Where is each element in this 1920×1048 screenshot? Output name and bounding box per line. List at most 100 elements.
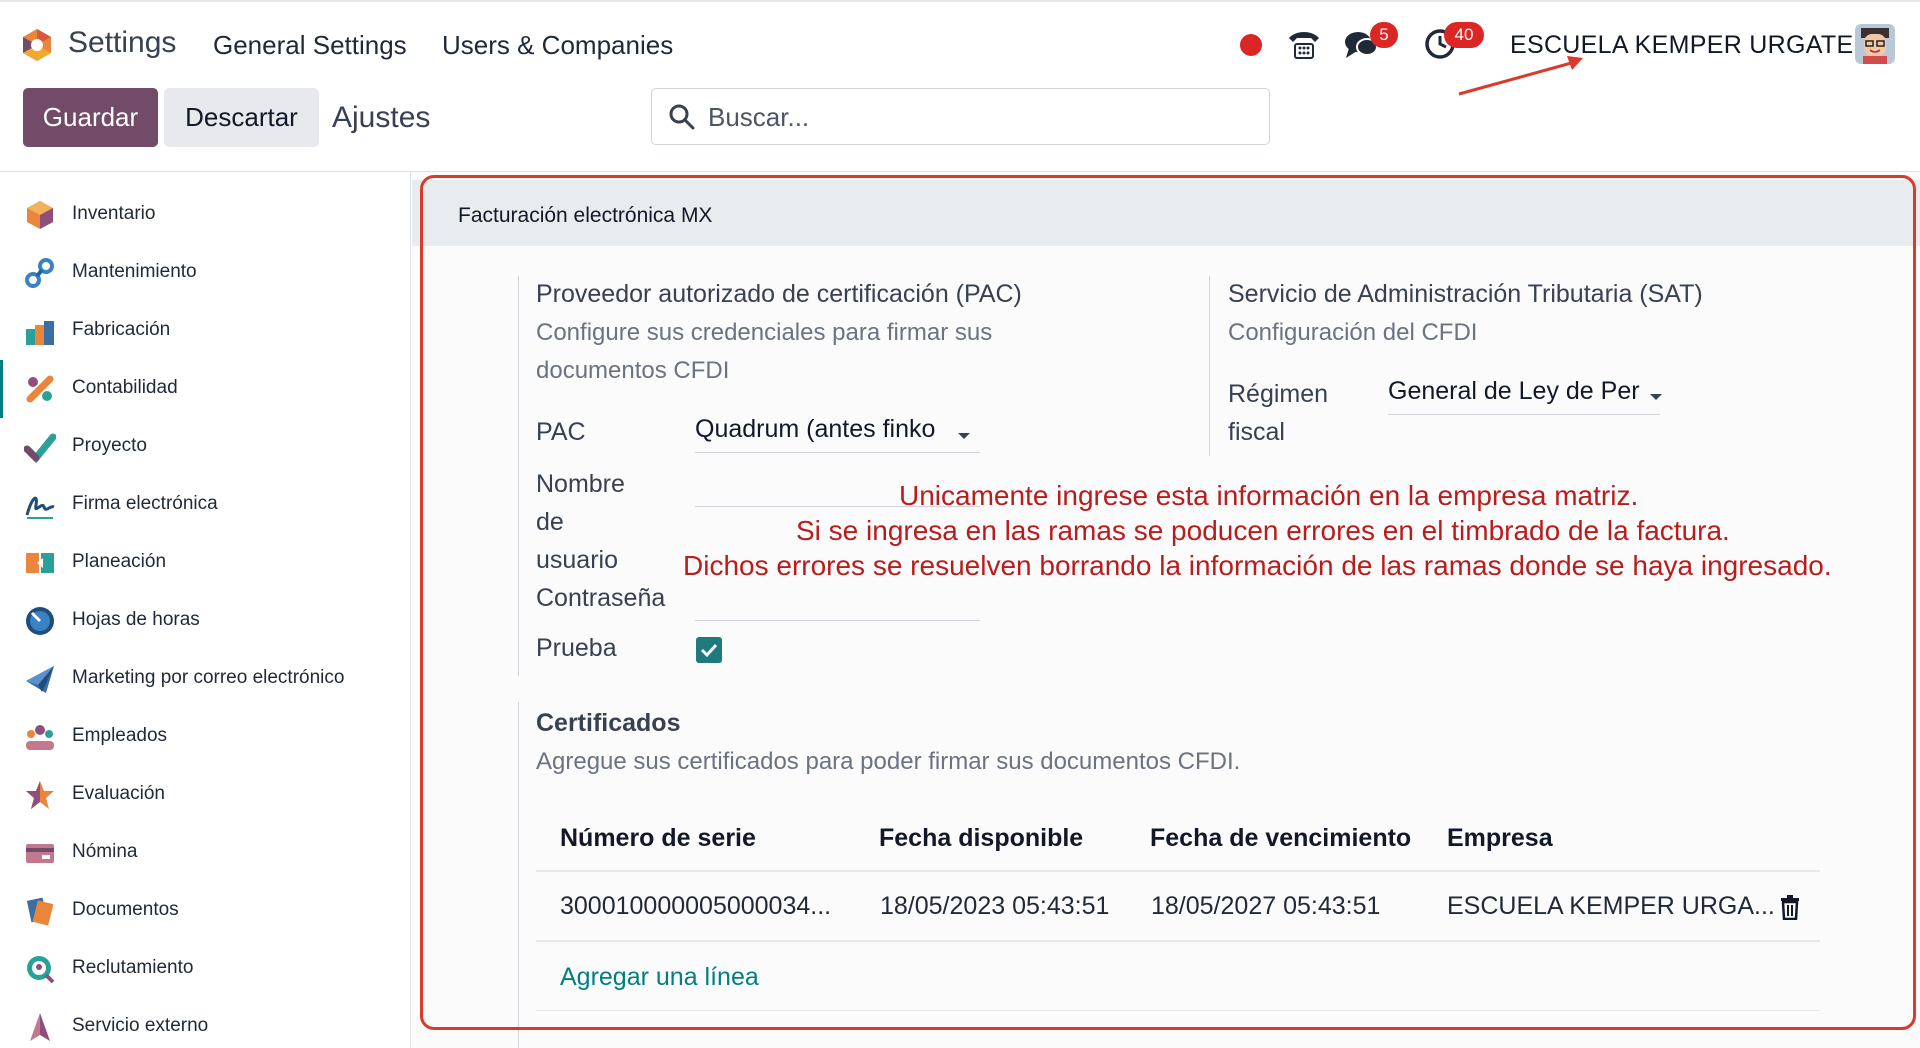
sidebar-item-label: Firma electrónica: [72, 493, 218, 514]
pac-description-line2: documentos CFDI: [536, 357, 730, 384]
sidebar-item-documentos[interactable]: Documentos: [0, 882, 410, 940]
pac-title: Proveedor autorizado de certificación (P…: [536, 280, 1022, 308]
cell-serial: 300010000005000034...: [560, 892, 832, 920]
password-field[interactable]: [695, 620, 980, 621]
sidebar-item-label: Documentos: [72, 899, 179, 920]
annotation-note-line1: Unicamente ingrese esta información en l…: [899, 480, 1639, 511]
fiscal-regime-value: General de Ley de Per: [1388, 377, 1640, 405]
pac-description-line1: Configure sus credenciales para firmar s…: [536, 319, 993, 346]
sidebar-item-label: Empleados: [72, 725, 168, 746]
sidebar-item-label: Servicio externo: [72, 1015, 209, 1036]
annotation-note-line2: Si se ingresa en las ramas se poducen er…: [796, 515, 1730, 546]
sidebar-item-mantenimiento[interactable]: Mantenimiento: [0, 244, 410, 302]
table-footer-divider: [536, 1010, 1820, 1011]
activity-badge: 40: [1444, 22, 1484, 48]
discard-button[interactable]: Descartar: [164, 88, 319, 147]
sidebar-item-label: Contabilidad: [72, 377, 178, 398]
odoo-logo-icon[interactable]: [20, 28, 54, 62]
sidebar-item-label: Nómina: [72, 841, 138, 862]
pac-label: PAC: [536, 418, 586, 446]
username-label-3: usuario: [536, 546, 618, 574]
accounting-icon: [26, 375, 54, 403]
column-header-serial[interactable]: Número de serie: [560, 824, 756, 853]
add-line-link[interactable]: Agregar una línea: [560, 963, 759, 992]
search-input[interactable]: [708, 99, 1248, 135]
password-label: Contraseña: [536, 584, 666, 612]
section-header: Facturación electrónica MX: [412, 180, 1920, 246]
column-header-company[interactable]: Empresa: [1447, 824, 1553, 853]
sidebar-item-label: Evaluación: [72, 783, 165, 804]
fiscal-regime-select[interactable]: General de Ley de Per: [1388, 377, 1660, 415]
test-label: Prueba: [536, 634, 617, 662]
field-service-icon: [30, 1013, 50, 1041]
sidebar-item-marketing-correo[interactable]: Marketing por correo electrónico: [0, 650, 410, 708]
sidebar-item-evaluacion[interactable]: Evaluación: [0, 766, 410, 824]
top-navbar: Settings General Settings Users & Compan…: [0, 0, 1920, 84]
test-checkbox[interactable]: [696, 637, 722, 663]
phone-icon[interactable]: [1286, 26, 1322, 62]
table-header-divider: [536, 870, 1820, 872]
sidebar-item-planeacion[interactable]: Planeación: [0, 534, 410, 592]
company-switcher[interactable]: ESCUELA KEMPER URGATE: [1510, 31, 1853, 60]
annotation-note-line3: Dichos errores se resuelven borrando la …: [683, 550, 1832, 581]
sidebar-item-label: Mantenimiento: [72, 261, 197, 282]
username-label-2: de: [536, 508, 564, 536]
menu-general-settings[interactable]: General Settings: [213, 30, 407, 61]
appraisal-icon: [26, 781, 54, 809]
maintenance-icon: [25, 258, 54, 288]
pac-select[interactable]: Quadrum (antes finko: [695, 415, 980, 453]
chevron-down-icon[interactable]: [1650, 394, 1662, 400]
cell-date-start: 18/05/2023 05:43:51: [880, 892, 1110, 920]
certificates-block-divider: [518, 702, 519, 1048]
project-icon: [24, 433, 56, 463]
sidebar-item-empleados[interactable]: Empleados: [0, 708, 410, 766]
save-button[interactable]: Guardar: [23, 88, 158, 147]
chevron-down-icon[interactable]: [958, 433, 970, 439]
sidebar-item-nomina[interactable]: Nómina: [0, 824, 410, 882]
breadcrumb-title: Ajustes: [332, 101, 431, 134]
planning-icon: [26, 553, 54, 573]
column-header-date-end[interactable]: Fecha de vencimiento: [1150, 824, 1411, 853]
sat-description: Configuración del CFDI: [1228, 319, 1478, 346]
sidebar-item-reclutamiento[interactable]: Reclutamiento: [0, 940, 410, 998]
email-marketing-icon: [26, 666, 54, 693]
menu-users-companies[interactable]: Users & Companies: [442, 30, 673, 61]
inventory-icon: [27, 201, 53, 229]
sidebar-item-label: Planeación: [72, 551, 167, 572]
payroll-icon: [26, 844, 54, 863]
regime-label-1: Régimen: [1228, 380, 1329, 408]
table-row-divider: [536, 940, 1820, 942]
search-box[interactable]: [651, 88, 1270, 145]
sidebar-item-label: Fabricación: [72, 319, 171, 340]
column-header-date-start[interactable]: Fecha disponible: [879, 824, 1083, 853]
sidebar-item-inventario[interactable]: Inventario: [0, 186, 410, 244]
user-avatar[interactable]: [1855, 24, 1895, 64]
settings-sidebar: Inventario Mantenimiento Fabricación Con…: [0, 172, 411, 1048]
username-label-1: Nombre: [536, 470, 625, 498]
sidebar-item-firma-electronica[interactable]: Firma electrónica: [0, 476, 410, 534]
pac-block-divider: [518, 276, 519, 676]
sidebar-item-label: Inventario: [72, 203, 156, 224]
cell-company: ESCUELA KEMPER URGA...: [1447, 892, 1775, 920]
sidebar-item-fabricacion[interactable]: Fabricación: [0, 302, 410, 360]
regime-label-2: fiscal: [1228, 418, 1285, 446]
app-title[interactable]: Settings: [68, 26, 176, 60]
sidebar-item-hojas-de-horas[interactable]: Hojas de horas: [0, 592, 410, 650]
sidebar-item-label: Reclutamiento: [72, 957, 194, 978]
timesheets-icon: [26, 607, 54, 635]
sidebar-item-servicio-externo[interactable]: Servicio externo: [0, 998, 410, 1048]
sidebar-item-contabilidad[interactable]: Contabilidad: [0, 360, 410, 418]
checkmark-icon: [700, 643, 718, 658]
manufacturing-icon: [26, 321, 54, 345]
chat-badge: 5: [1370, 22, 1398, 48]
recording-indicator-icon[interactable]: [1240, 34, 1262, 56]
sign-icon: [25, 496, 55, 519]
trash-icon[interactable]: [1778, 894, 1802, 920]
certificates-title: Certificados: [536, 709, 681, 737]
pac-select-value: Quadrum (antes finko: [695, 415, 936, 443]
sidebar-item-proyecto[interactable]: Proyecto: [0, 418, 410, 476]
sidebar-item-label: Proyecto: [72, 435, 147, 456]
section-title: Facturación electrónica MX: [458, 204, 713, 227]
employees-icon: [26, 725, 54, 750]
sat-title: Servicio de Administración Tributaria (S…: [1228, 280, 1703, 308]
